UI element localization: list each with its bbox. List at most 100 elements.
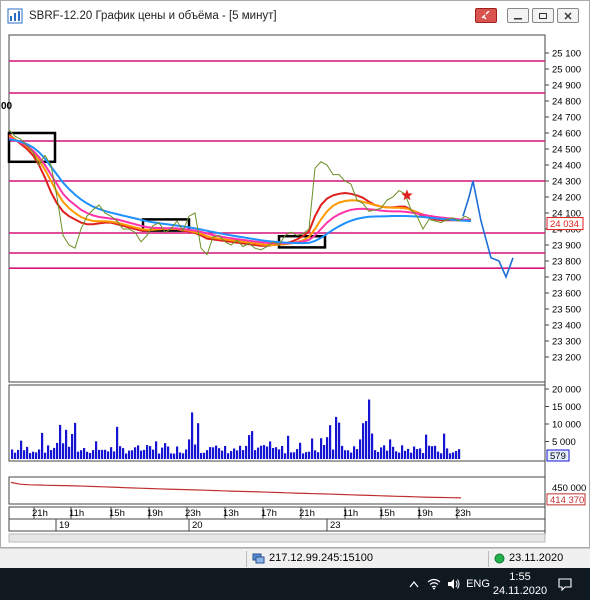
- volume-bar: [134, 447, 137, 459]
- volume-bar: [239, 445, 242, 459]
- speaker-icon[interactable]: [446, 568, 462, 600]
- clock[interactable]: 1:55 24.11.2020: [490, 570, 550, 598]
- volume-bar: [155, 441, 158, 459]
- close-icon[interactable]: [557, 8, 579, 23]
- volume-bar: [137, 445, 140, 459]
- time-tick-label: 23h: [455, 508, 471, 519]
- volume-bar: [371, 433, 374, 459]
- volume-tick-label: 10 000: [552, 420, 581, 431]
- oi-tick-label: 450 000: [552, 483, 586, 494]
- day-tick-label: 20: [192, 520, 203, 531]
- volume-bar: [200, 453, 203, 459]
- volume-bar: [272, 448, 275, 459]
- chevron-up-icon[interactable]: [406, 568, 422, 600]
- link-icon[interactable]: [475, 8, 497, 23]
- volume-bar: [215, 445, 218, 459]
- status-bar: 217.12.99.245:15100 23.11.2020: [0, 548, 590, 568]
- volume-bar: [419, 448, 422, 459]
- volume-bar: [119, 446, 122, 459]
- volume-bar: [95, 441, 98, 459]
- volume-bar: [86, 451, 89, 459]
- horizontal-scrollbar[interactable]: [8, 533, 546, 543]
- volume-bar: [110, 447, 113, 459]
- volume-bar: [305, 452, 308, 459]
- volume-bar: [203, 452, 206, 459]
- volume-bar: [314, 450, 317, 459]
- volume-bar: [437, 451, 440, 459]
- volume-bar: [386, 450, 389, 459]
- volume-bar: [395, 451, 398, 459]
- volume-bar: [443, 433, 446, 459]
- volume-bar: [185, 449, 188, 459]
- volume-bar: [143, 449, 146, 459]
- connection-status: 23.11.2020: [494, 552, 563, 564]
- time-tick-label: 11h: [69, 508, 84, 519]
- volume-bar: [191, 412, 194, 459]
- volume-bar: [380, 447, 383, 459]
- network-icon: [252, 553, 265, 563]
- price-tick-label: 24 600: [552, 129, 581, 140]
- volume-bar: [278, 449, 281, 459]
- volume-bar: [23, 450, 26, 459]
- open-interest-pane[interactable]: [8, 476, 546, 505]
- volume-bar: [197, 423, 200, 459]
- volume-bar: [326, 437, 329, 459]
- volume-bar: [284, 453, 287, 459]
- price-tick-label: 24 200: [552, 193, 581, 204]
- volume-bar: [170, 453, 173, 459]
- chart-area[interactable]: 25 100 25 000 24 900 24 800 24 700 24 600 24 5…: [1, 31, 589, 549]
- volume-bar: [281, 446, 284, 459]
- price-tick-label: 23 900: [552, 241, 581, 252]
- server-address: 217.12.99.245:15100: [269, 552, 373, 564]
- session-date: 23.11.2020: [509, 552, 564, 564]
- volume-bar: [209, 447, 212, 459]
- volume-bar: [53, 447, 56, 459]
- price-tick-label: 25 100: [552, 49, 581, 60]
- volume-bar: [341, 445, 344, 459]
- title-bar[interactable]: SBRF-12.20 График цены и объёма - [5 мин…: [1, 1, 589, 31]
- volume-bar: [194, 444, 197, 459]
- volume-bar: [374, 450, 377, 459]
- price-tick-label: 24 700: [552, 113, 581, 124]
- chart-window: SBRF-12.20 График цены и объёма - [5 мин…: [0, 0, 590, 548]
- volume-bar: [362, 423, 365, 459]
- volume-bar: [47, 445, 50, 459]
- time-tick-label: 13h: [223, 508, 239, 519]
- volume-bar: [245, 445, 248, 459]
- price-volume-chart[interactable]: 25 100 25 000 24 900 24 800 24 700 24 600 24 5…: [1, 31, 589, 549]
- volume-bar: [392, 446, 395, 459]
- volume-bar: [116, 426, 119, 459]
- volume-bar: [350, 452, 353, 459]
- volume-bar: [446, 448, 449, 459]
- network-tray-icon[interactable]: [426, 568, 442, 600]
- volume-tick-label: 20 000: [552, 385, 581, 396]
- volume-bar: [77, 451, 80, 459]
- volume-bar: [146, 445, 149, 459]
- volume-bar: [89, 453, 92, 459]
- price-tick-label: 23 200: [552, 353, 581, 364]
- volume-bar: [224, 446, 227, 459]
- minimize-icon[interactable]: [507, 8, 529, 23]
- volume-bar: [413, 446, 416, 459]
- time-tick-label: 17h: [261, 508, 277, 519]
- volume-bar: [182, 453, 185, 459]
- current-volume-label: 579: [550, 451, 566, 462]
- volume-bar: [452, 452, 455, 459]
- restore-icon[interactable]: [532, 8, 554, 23]
- language-indicator[interactable]: ENG: [466, 568, 490, 600]
- volume-bar: [35, 452, 38, 459]
- volume-bar: [236, 450, 239, 459]
- volume-bar: [212, 447, 215, 459]
- volume-bar: [92, 450, 95, 459]
- volume-bar: [260, 445, 263, 459]
- notification-icon[interactable]: [556, 568, 574, 600]
- volume-bar: [71, 434, 74, 459]
- volume-bar: [356, 449, 359, 459]
- clock-time: 1:55: [509, 571, 531, 583]
- price-tick-label: 24 500: [552, 145, 581, 156]
- volume-bar: [56, 442, 59, 459]
- volume-bar: [431, 446, 434, 459]
- time-tick-label: 15h: [379, 508, 395, 519]
- volume-bar: [389, 439, 392, 459]
- volume-bar: [275, 447, 278, 459]
